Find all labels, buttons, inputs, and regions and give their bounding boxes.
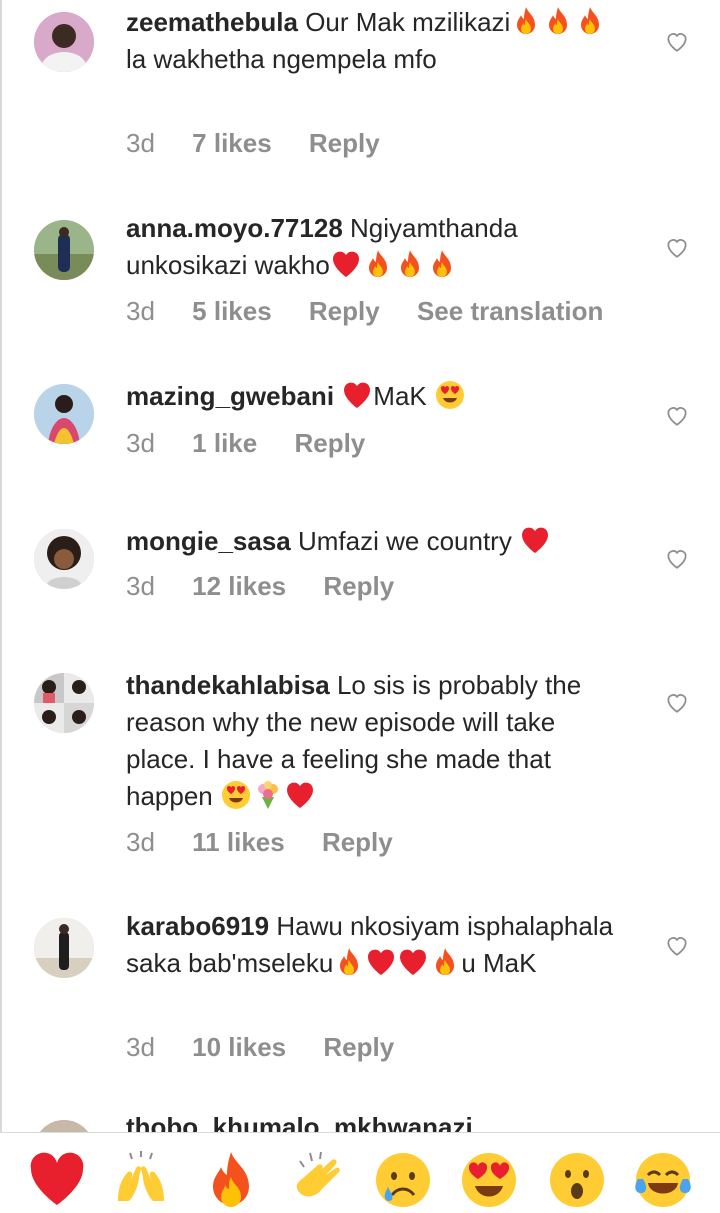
fire-emoji xyxy=(429,946,461,978)
comment-likes[interactable]: 10 likes xyxy=(192,1030,286,1064)
comment-time: 3d xyxy=(126,571,155,601)
comment-text: mazing_gwebani MaK xyxy=(126,378,626,415)
comment-username[interactable]: karabo6919 xyxy=(126,911,269,941)
avatar[interactable] xyxy=(34,384,94,444)
like-heart-icon[interactable] xyxy=(664,545,690,571)
heart-emoji xyxy=(519,524,551,556)
heart-emoji xyxy=(284,779,316,811)
avatar[interactable] xyxy=(34,529,94,589)
comment-text: zeemathebula Our Mak mzilikazi la wakhet… xyxy=(126,4,626,78)
fire-reaction-icon[interactable] xyxy=(200,1149,262,1211)
like-heart-icon[interactable] xyxy=(664,234,690,260)
comment-username[interactable]: anna.moyo.77128 xyxy=(126,213,343,243)
comment-meta: 3d 5 likes Reply See translation xyxy=(126,294,633,328)
comment-time: 3d xyxy=(126,827,155,857)
comment-text: karabo6919 Hawu nkosiyam isphalaphala sa… xyxy=(126,911,614,978)
comment-text: anna.moyo.77128 Ngiyamthanda unkosikazi … xyxy=(126,213,518,280)
comment-time: 3d xyxy=(126,296,155,326)
fire-emoji xyxy=(333,946,365,978)
comment-username[interactable]: zeemathebula xyxy=(126,7,298,37)
tears-of-joy-reaction-icon[interactable] xyxy=(632,1149,694,1211)
heart-eyes-emoji xyxy=(434,379,466,411)
comment-time: 3d xyxy=(126,128,155,158)
fire-emoji xyxy=(394,248,426,280)
reply-button[interactable]: Reply xyxy=(323,1030,394,1064)
fire-emoji xyxy=(510,5,542,37)
reply-button[interactable]: Reply xyxy=(322,825,393,859)
heart-eyes-emoji xyxy=(220,779,252,811)
comment-username[interactable]: mazing_gwebani xyxy=(126,381,334,411)
heart-emoji xyxy=(397,946,429,978)
comment-meta: 3d 12 likes Reply xyxy=(126,569,424,603)
fire-emoji xyxy=(426,248,458,280)
comment-meta: 3d 1 like Reply xyxy=(126,426,395,460)
like-heart-icon[interactable] xyxy=(664,402,690,428)
surprised-face-reaction-icon[interactable] xyxy=(546,1149,608,1211)
sad-face-reaction-icon[interactable] xyxy=(372,1149,434,1211)
avatar[interactable] xyxy=(34,220,94,280)
fire-emoji xyxy=(542,5,574,37)
fire-emoji xyxy=(362,248,394,280)
clapping-hands-reaction-icon[interactable] xyxy=(288,1149,350,1211)
avatar[interactable] xyxy=(34,673,94,733)
raised-hands-reaction-icon[interactable] xyxy=(110,1149,172,1211)
comment-text: thandekahlabisa Lo sis is probably the r… xyxy=(126,670,582,811)
heart-emoji xyxy=(365,946,397,978)
like-heart-icon[interactable] xyxy=(664,689,690,715)
emoji-reaction-bar xyxy=(0,1132,720,1213)
reply-button[interactable]: Reply xyxy=(294,426,365,460)
comment-text: mongie_sasa Umfazi we country xyxy=(126,523,626,560)
comment-meta: 3d 11 likes Reply xyxy=(126,825,423,859)
comment-likes[interactable]: 5 likes xyxy=(192,294,272,328)
heart-reaction-icon[interactable] xyxy=(26,1149,88,1211)
comment-time: 3d xyxy=(126,428,155,458)
avatar[interactable] xyxy=(34,12,94,72)
comment-meta: 3d 10 likes Reply xyxy=(126,1030,424,1064)
heart-emoji xyxy=(341,379,373,411)
comment-username[interactable]: thandekahlabisa xyxy=(126,670,330,700)
heart-eyes-reaction-icon[interactable] xyxy=(458,1149,520,1211)
bouquet-emoji xyxy=(252,779,284,811)
comment-username[interactable]: mongie_sasa xyxy=(126,526,291,556)
comment-likes[interactable]: 12 likes xyxy=(192,569,286,603)
comment-username[interactable]: thobo_khumalo_mkhwanazi xyxy=(126,1112,473,1132)
comment-likes[interactable]: 1 like xyxy=(192,426,257,460)
comment-likes[interactable]: 11 likes xyxy=(192,825,285,859)
comment-list[interactable]: zeemathebula Our Mak mzilikazi la wakhet… xyxy=(0,0,720,1132)
fire-emoji xyxy=(574,5,606,37)
like-heart-icon[interactable] xyxy=(664,932,690,958)
reply-button[interactable]: Reply xyxy=(309,294,380,328)
comment-time: 3d xyxy=(126,1032,155,1062)
see-translation-link[interactable]: See translation xyxy=(417,294,603,328)
avatar[interactable] xyxy=(34,918,94,978)
reply-button[interactable]: Reply xyxy=(323,569,394,603)
heart-emoji xyxy=(330,248,362,280)
comment-meta: 3d 7 likes Reply xyxy=(126,126,410,160)
comment-likes[interactable]: 7 likes xyxy=(192,126,272,160)
avatar[interactable] xyxy=(34,1120,94,1132)
reply-button[interactable]: Reply xyxy=(309,126,380,160)
like-heart-icon[interactable] xyxy=(664,28,690,54)
